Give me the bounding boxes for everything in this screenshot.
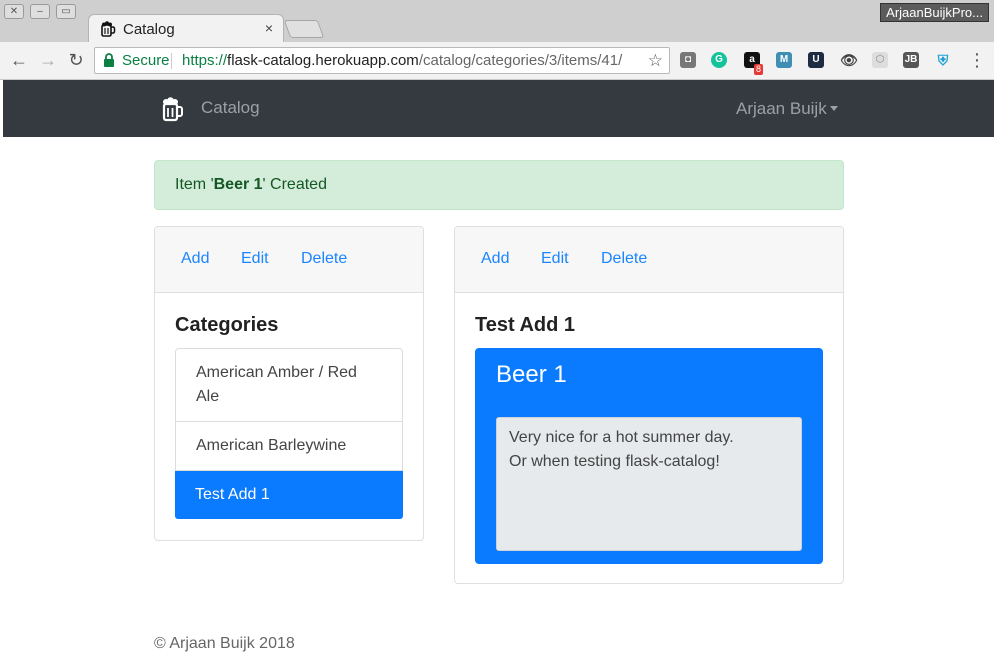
alert-item-name: Beer 1 [213, 176, 263, 193]
address-bar[interactable]: Secure https://flask-catalog.herokuapp.c… [94, 47, 670, 74]
m-extension-icon[interactable]: M [776, 52, 792, 68]
window-minimize-icon[interactable]: – [30, 4, 50, 19]
item-description-line: Or when testing flask-catalog! [509, 453, 720, 470]
shield-check-icon[interactable]: ⛨ [935, 52, 951, 68]
url-text: https://flask-catalog.herokuapp.com/cata… [182, 48, 622, 73]
categories-title: Categories [175, 314, 279, 336]
item-name: Beer 1 [496, 361, 567, 388]
page-viewport: Catalog Arjaan Buijk Item 'Beer 1' Creat… [3, 80, 994, 668]
url-scheme: https:// [182, 52, 228, 69]
new-tab-button[interactable] [283, 20, 325, 38]
alert-suffix: ' Created [262, 176, 327, 193]
profile-button[interactable]: ArjaanBuijkPro... [880, 3, 989, 22]
items-card-header: Add Edit Delete [455, 227, 843, 293]
success-alert: Item 'Beer 1' Created [154, 160, 844, 210]
bookmark-star-icon[interactable]: ☆ [648, 48, 663, 73]
footer-copyright: © Arjaan Buijk 2018 [154, 635, 295, 652]
add-item-link[interactable]: Add [481, 250, 509, 268]
cube-extension-icon[interactable]: ⬡ [872, 52, 888, 68]
url-path: /catalog/categories/3/items/41/ [418, 52, 623, 69]
browser-tab[interactable]: Catalog × [88, 14, 284, 42]
delete-item-link[interactable]: Delete [601, 250, 647, 268]
udacity-extension-icon[interactable]: U [808, 52, 824, 68]
categories-card: Add Edit Delete Categories American Ambe… [154, 226, 424, 541]
secure-label: Secure [122, 52, 170, 69]
grammarly-icon[interactable]: G [711, 52, 727, 68]
item-description-line: Very nice for a hot summer day. [509, 429, 734, 446]
forward-arrow-icon[interactable]: → [37, 49, 59, 71]
url-host: flask-catalog.herokuapp.com [227, 52, 419, 69]
jetbrains-extension-icon[interactable]: JB [903, 52, 919, 68]
omnibox-separator [171, 53, 172, 69]
shield-extension-icon[interactable]: ◘ [680, 52, 696, 68]
item-panel: Beer 1 Very nice for a hot summer day. O… [475, 348, 823, 564]
tab-title: Catalog [123, 21, 175, 38]
items-card: Add Edit Delete Test Add 1 Beer 1 Very n… [454, 226, 844, 584]
window-titlebar: ✕ – ▭ Catalog × ArjaanBuijkPro... [0, 0, 994, 42]
category-title: Test Add 1 [475, 314, 576, 336]
window-maximize-icon[interactable]: ▭ [56, 4, 76, 19]
categories-list: American Amber / Red Ale American Barley… [175, 348, 403, 519]
beer-mug-icon [101, 21, 116, 37]
browser-menu-icon[interactable]: ⋮ [968, 50, 986, 71]
categories-card-header: Add Edit Delete [155, 227, 423, 293]
caret-down-icon [829, 105, 838, 111]
alert-prefix: Item ' [175, 176, 214, 193]
eye-extension-icon[interactable]: 👁 [840, 52, 858, 68]
navbar-brand[interactable]: Catalog [201, 98, 260, 118]
edit-category-link[interactable]: Edit [241, 250, 269, 268]
user-dropdown[interactable]: Arjaan Buijk [736, 99, 838, 119]
edit-item-link[interactable]: Edit [541, 250, 569, 268]
user-name: Arjaan Buijk [736, 99, 827, 118]
site-navbar: Catalog Arjaan Buijk [3, 80, 994, 137]
category-item-active[interactable]: Test Add 1 [175, 471, 403, 519]
extension-badge: 8 [754, 64, 764, 75]
beer-mug-icon[interactable] [161, 96, 185, 122]
lock-icon [104, 53, 114, 67]
category-item[interactable]: American Barleywine [176, 422, 402, 471]
add-category-link[interactable]: Add [181, 250, 209, 268]
browser-toolbar: ← → ↻ Secure https://flask-catalog.herok… [0, 42, 994, 80]
back-arrow-icon[interactable]: ← [8, 49, 30, 71]
tab-close-icon[interactable]: × [265, 20, 273, 36]
delete-category-link[interactable]: Delete [301, 250, 347, 268]
category-item[interactable]: American Amber / Red Ale [176, 349, 402, 422]
item-description: Very nice for a hot summer day. Or when … [496, 417, 802, 551]
window-close-icon[interactable]: ✕ [4, 4, 24, 19]
reload-icon[interactable]: ↻ [65, 49, 87, 71]
